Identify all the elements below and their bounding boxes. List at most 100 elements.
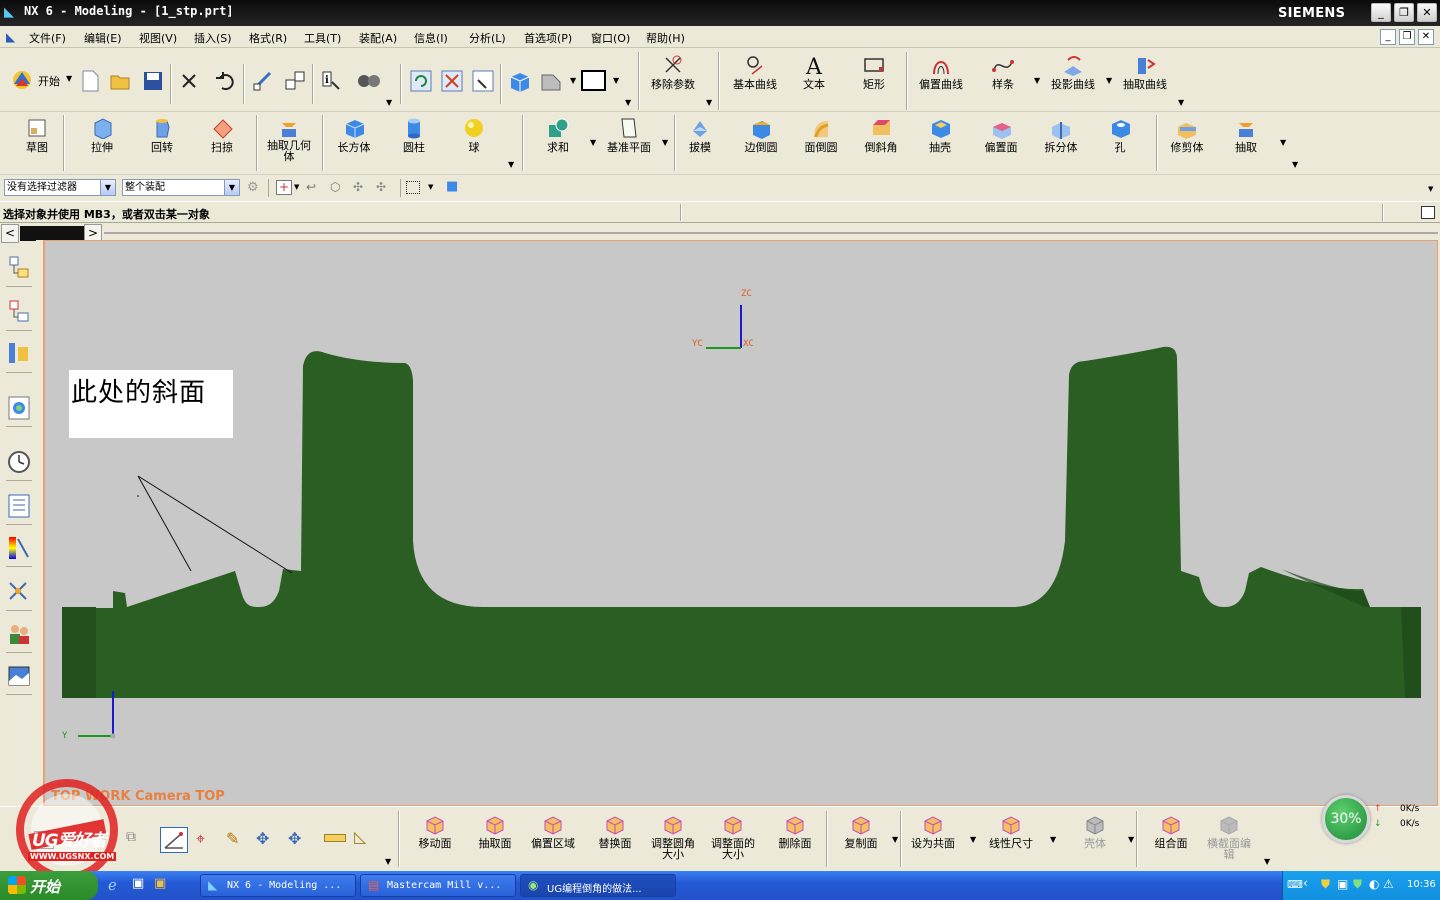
move-face-button[interactable]: 移动面 — [412, 813, 458, 849]
extract-button[interactable]: 抽取 — [1228, 117, 1264, 154]
undo-selection-icon[interactable]: ↩ — [306, 180, 316, 194]
shaded-view-icon[interactable] — [508, 70, 532, 94]
selection-filter-dropdown[interactable]: 没有选择过滤器 ▼ — [4, 179, 116, 196]
network-icon[interactable]: ▣ — [1337, 877, 1348, 891]
sphere-button[interactable]: 球 — [456, 117, 492, 154]
make-coplanar-button[interactable]: 设为共面 — [910, 813, 956, 849]
refresh-icon[interactable] — [410, 70, 432, 92]
show-hide-icon[interactable]: ■ — [446, 179, 458, 194]
draft-button[interactable]: 拔模 — [682, 117, 718, 154]
selection-scope-dropdown[interactable]: 整个装配 ▼ — [122, 179, 240, 196]
doc-minimize-button[interactable]: _ — [1380, 29, 1396, 45]
doc-restore-button[interactable]: ❐ — [1399, 29, 1415, 45]
move-object-icon[interactable] — [252, 70, 274, 92]
delete-face-button[interactable]: 删除面 — [772, 813, 818, 849]
chevron-down-icon[interactable]: ▼ — [428, 183, 433, 191]
shell-button[interactable]: 抽壳 — [922, 117, 958, 154]
minimize-button[interactable]: _ — [1371, 3, 1391, 22]
extrude-button[interactable]: 拉伸 — [84, 117, 120, 154]
snap-angle-button[interactable] — [160, 827, 188, 853]
tray-collapse-icon[interactable]: ‹ — [1303, 876, 1308, 890]
copy-face-button[interactable]: 复制面 — [838, 813, 884, 849]
sweep-button[interactable]: 扫掠 — [204, 117, 240, 154]
shield-icon[interactable]: ⛊ — [1321, 877, 1330, 892]
roles-tab[interactable] — [6, 619, 32, 653]
datum-plane-button[interactable]: 基准平面 — [602, 117, 656, 154]
restore-button[interactable]: ❐ — [1394, 3, 1414, 22]
vector-icon[interactable]: ✎ — [226, 829, 239, 848]
rectangle-select-icon[interactable] — [406, 181, 420, 194]
chevron-down-icon[interactable]: ▼ — [1264, 857, 1270, 866]
extract-curve-button[interactable]: 抽取曲线 — [1118, 54, 1172, 91]
chevron-down-icon[interactable]: ▼ — [294, 183, 299, 191]
resize-face-button[interactable]: 调整面的大小 — [710, 813, 756, 860]
alert-icon[interactable]: ⚠ — [1383, 877, 1394, 891]
shell-body-button[interactable]: 壳体 — [1072, 813, 1118, 849]
chamfer-button[interactable]: 倒斜角 — [858, 117, 904, 154]
menu-format[interactable]: 格式(R) — [249, 30, 287, 46]
spline-button[interactable]: 样条 — [985, 54, 1021, 91]
security-icon[interactable]: ⛊ — [1353, 877, 1362, 892]
cylinder-button[interactable]: 圆柱 — [396, 117, 432, 154]
menu-assembly[interactable]: 装配(A) — [359, 30, 397, 46]
snap-point-icon[interactable]: + — [276, 180, 292, 195]
chevron-down-icon[interactable]: ▼ — [1034, 76, 1040, 85]
text-button[interactable]: A 文本 — [796, 54, 832, 91]
offset-face-button[interactable]: 偏置面 — [978, 117, 1024, 154]
keyboard-icon[interactable]: ⌨ — [1287, 878, 1303, 891]
layout-icon[interactable]: ⧉ — [126, 829, 136, 845]
project-curve-button[interactable]: 投影曲线 — [1046, 54, 1100, 91]
volume-icon[interactable]: ◐ — [1369, 877, 1379, 891]
constraint-navigator-tab[interactable] — [6, 297, 32, 331]
chevron-down-icon[interactable]: ▼ — [1292, 160, 1298, 169]
plane-icon[interactable]: ✥ — [288, 829, 301, 848]
linear-dimension-button[interactable]: 线性尺寸 — [988, 813, 1034, 849]
resize-blend-button[interactable]: 调整圆角大小 — [650, 813, 696, 860]
edge-blend-button[interactable]: 边倒圆 — [738, 117, 784, 154]
chevron-down-icon[interactable]: ▼ — [386, 98, 392, 107]
reuse-library-tab[interactable] — [6, 491, 32, 525]
chevron-down-icon[interactable]: ▼ — [1128, 835, 1134, 844]
info-icon[interactable]: i — [320, 70, 342, 92]
task-nx[interactable]: ◣ NX 6 - Modeling ... — [200, 874, 356, 897]
undo-icon[interactable] — [214, 70, 236, 92]
chevron-down-icon[interactable]: ▼ — [625, 98, 631, 107]
delete-icon[interactable] — [179, 71, 199, 91]
extract-geometry-button[interactable]: 抽取几何体 — [262, 117, 316, 162]
revolve-button[interactable]: 回转 — [144, 117, 180, 154]
analysis-icon[interactable] — [356, 70, 382, 92]
part-navigator-tab[interactable] — [6, 339, 32, 373]
chevron-down-icon[interactable]: ▼ — [706, 98, 712, 107]
chevron-down-icon[interactable]: ▼ — [590, 138, 596, 147]
start-button[interactable]: 开始 ▼ — [10, 70, 76, 90]
system-scene-tab[interactable] — [6, 661, 32, 695]
chevron-down-icon[interactable]: ▼ — [1050, 835, 1056, 844]
split-body-button[interactable]: 拆分体 — [1038, 117, 1084, 154]
visualization-tab[interactable] — [6, 533, 32, 567]
chevron-down-icon[interactable]: ▼ — [1280, 138, 1286, 147]
wcs-icon[interactable] — [284, 70, 306, 92]
menu-tools[interactable]: 工具(T) — [304, 30, 341, 46]
ie-icon[interactable]: ℯ — [108, 876, 117, 894]
fit-view-icon[interactable] — [441, 70, 463, 92]
unite-button[interactable]: 求和 — [540, 117, 576, 154]
task-mastercam[interactable]: ▤ Mastercam Mill v... — [360, 874, 516, 897]
face-blend-button[interactable]: 面倒圆 — [798, 117, 844, 154]
chevron-down-icon[interactable]: ▼ — [1178, 98, 1184, 107]
triangle-ruler-icon[interactable]: ◺ — [354, 827, 366, 846]
csys-icon[interactable]: ✥ — [256, 829, 269, 848]
offset-curve-button[interactable]: 偏置曲线 — [914, 54, 968, 91]
chevron-down-icon[interactable]: ▼ — [385, 857, 391, 866]
quicklaunch-icon[interactable]: ▣ — [154, 876, 166, 891]
pull-face-button[interactable]: 抽取面 — [472, 813, 518, 849]
chevron-down-icon[interactable]: ▼ — [970, 835, 976, 844]
trim-body-button[interactable]: 修剪体 — [1164, 117, 1210, 154]
assembly-navigator-tab[interactable] — [6, 253, 32, 287]
scroll-left-button[interactable]: < — [1, 224, 19, 243]
sketch-button[interactable]: 草图 — [20, 117, 54, 154]
chevron-down-icon[interactable]: ▼ — [662, 138, 668, 147]
menu-view[interactable]: 视图(V) — [139, 30, 177, 46]
menu-insert[interactable]: 插入(S) — [194, 30, 232, 46]
select-feature-icon[interactable]: ✣ — [353, 180, 363, 194]
task-browser[interactable]: ◉ UG编程倒角的做法... — [520, 874, 676, 897]
